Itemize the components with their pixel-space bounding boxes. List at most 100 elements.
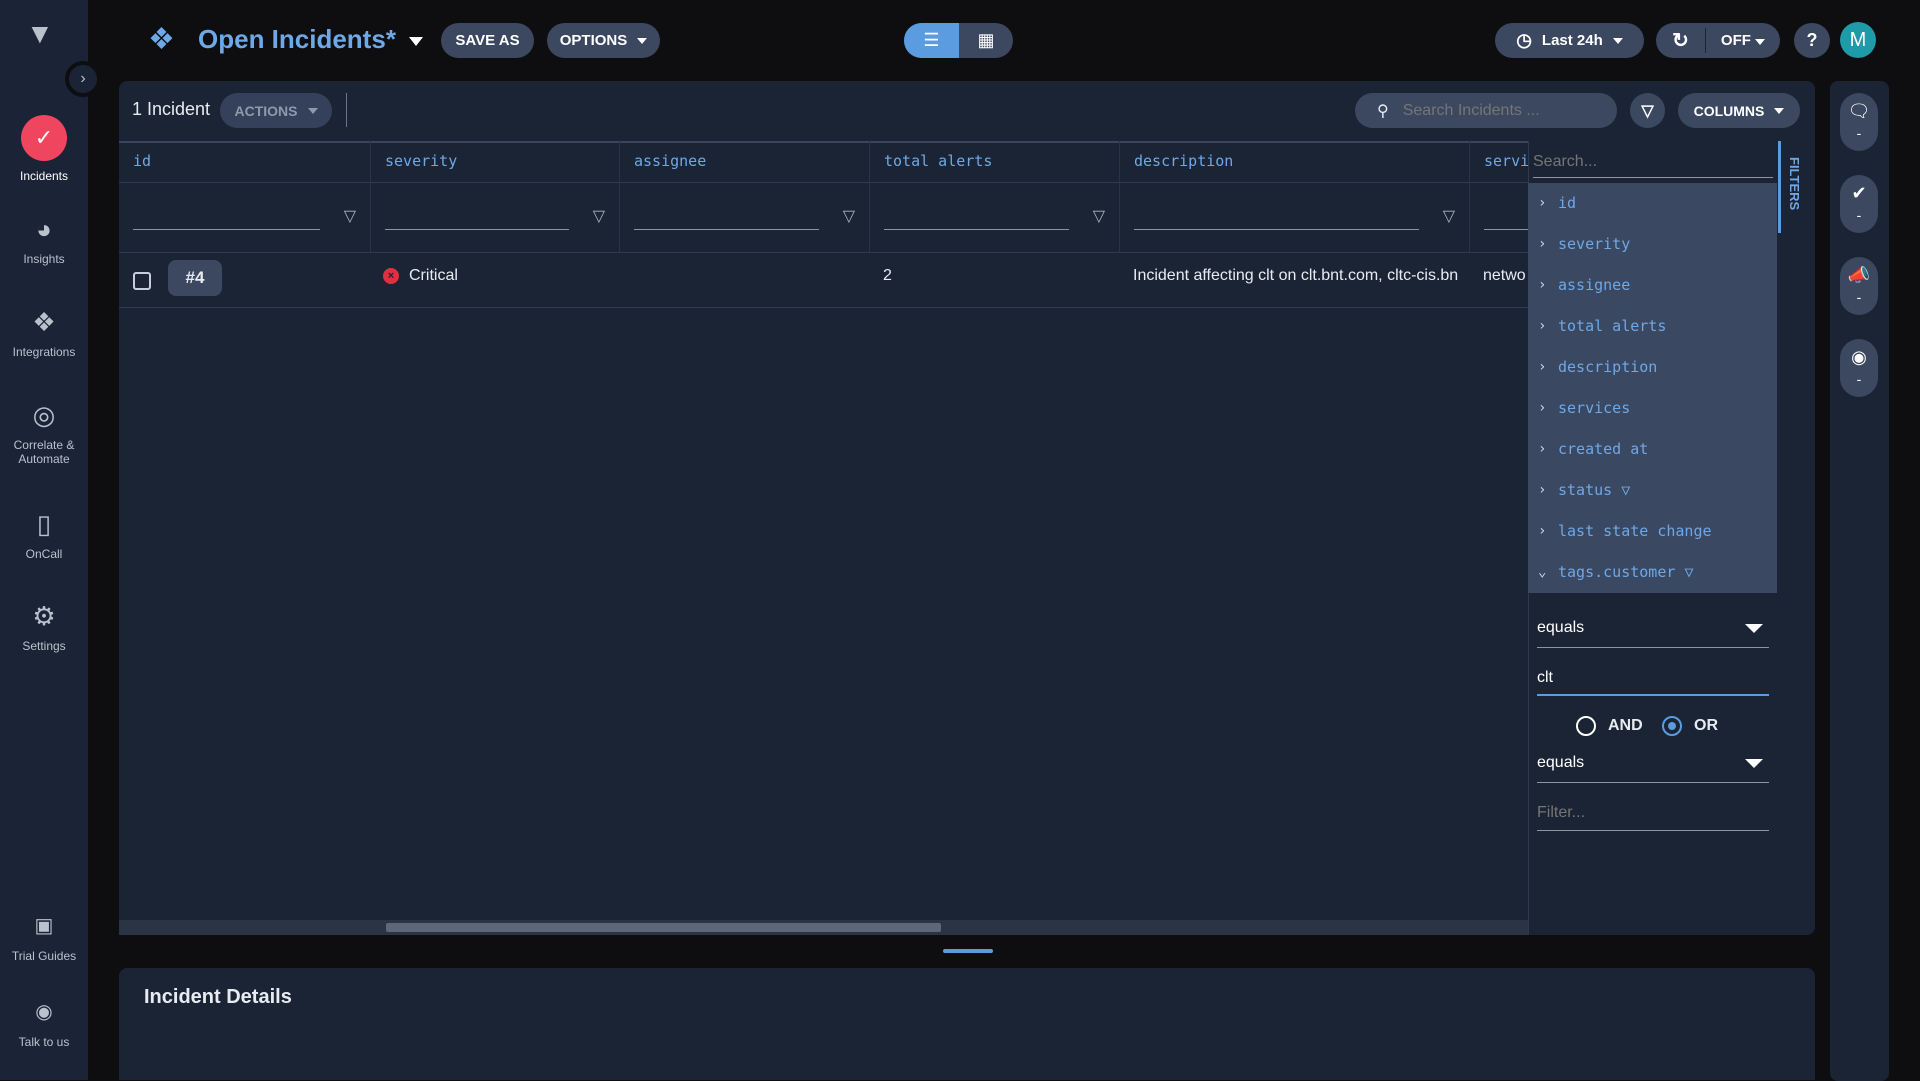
- table-row[interactable]: #4 × Critical 2 Incident affecting clt o…: [119, 253, 1528, 307]
- sidebar-item-settings[interactable]: ⚙ Settings: [0, 599, 88, 653]
- rail-button-megaphone[interactable]: 📣 -: [1840, 257, 1878, 315]
- filter-field-services[interactable]: › services: [1528, 388, 1777, 429]
- funnel-icon[interactable]: ▽: [1443, 206, 1455, 226]
- funnel-icon[interactable]: ▽: [843, 206, 855, 226]
- column-filter-severity[interactable]: ▽: [371, 182, 620, 252]
- divider: [119, 307, 1528, 308]
- incident-details-title: Incident Details: [144, 986, 292, 1008]
- sidebar-item-trial-guides[interactable]: ▣ Trial Guides: [0, 909, 88, 963]
- search-input[interactable]: [1402, 101, 1593, 120]
- book-icon: ▣: [34, 915, 54, 937]
- row-checkbox[interactable]: [133, 272, 151, 290]
- sidebar-collapse-button[interactable]: ›: [65, 61, 101, 97]
- help-button[interactable]: ?: [1794, 23, 1830, 58]
- logo-icon[interactable]: ▼: [26, 18, 54, 50]
- scrollbar-thumb[interactable]: [386, 923, 941, 932]
- funnel-icon[interactable]: ▽: [593, 206, 605, 226]
- filter-button[interactable]: ▽: [1630, 93, 1665, 128]
- radio-unchecked-icon: [1576, 716, 1596, 736]
- pie-chart-icon: ◕: [36, 214, 52, 244]
- filter-field-id[interactable]: › id: [1528, 183, 1777, 224]
- chevron-down-icon: [1755, 39, 1766, 45]
- funnel-icon: ▽: [1641, 102, 1654, 120]
- filter-field-status[interactable]: › status ▽: [1528, 470, 1777, 511]
- incident-details-panel: [119, 968, 1815, 1080]
- list-view-button[interactable]: ☰: [904, 23, 959, 58]
- radar-icon: ◎: [32, 400, 56, 430]
- filter-field-created-at[interactable]: › created at: [1528, 429, 1777, 470]
- column-header-severity[interactable]: severity: [371, 141, 620, 182]
- resize-handle[interactable]: [943, 949, 993, 953]
- column-filter-total-alerts[interactable]: ▽: [870, 182, 1120, 252]
- options-button[interactable]: OPTIONS: [547, 23, 660, 58]
- description-cell: Incident affecting clt on clt.bnt.com, c…: [1133, 267, 1459, 284]
- column-header-description[interactable]: description: [1120, 141, 1470, 182]
- filter-value-input-2[interactable]: [1537, 795, 1769, 831]
- sidebar-item-integrations[interactable]: ❖ Integrations: [0, 305, 88, 359]
- view-icon: ❖: [148, 23, 175, 56]
- incidents-icon: ✓: [21, 115, 67, 161]
- refresh-button[interactable]: ↻: [1656, 28, 1706, 53]
- filter-field-severity[interactable]: › severity: [1528, 224, 1777, 265]
- filter-field-search[interactable]: [1533, 146, 1773, 178]
- column-filter-assignee[interactable]: ▽: [620, 182, 870, 252]
- auto-refresh-dropdown[interactable]: OFF: [1706, 32, 1780, 49]
- save-as-button[interactable]: SAVE AS: [441, 23, 534, 58]
- list-icon: ☰: [923, 30, 940, 50]
- column-filter-services[interactable]: [1470, 182, 1528, 252]
- funnel-icon[interactable]: ▽: [344, 206, 356, 226]
- chevron-down-icon: [409, 36, 424, 46]
- filters-tab[interactable]: FILTERS: [1778, 141, 1815, 233]
- services-cell: netwo: [1483, 267, 1526, 284]
- column-header-services[interactable]: servi: [1470, 141, 1528, 182]
- total-alerts-cell: 2: [883, 267, 892, 284]
- filter-field-description[interactable]: › description: [1528, 347, 1777, 388]
- actions-button[interactable]: ACTIONS: [220, 93, 332, 128]
- column-filter-description[interactable]: ▽: [1120, 182, 1470, 252]
- toolbar-divider: [346, 93, 347, 127]
- chevron-right-icon: ›: [1538, 400, 1547, 416]
- filter-list-bg-end: [1528, 591, 1529, 592]
- sidebar-item-talk-to-us[interactable]: ◉ Talk to us: [0, 995, 88, 1049]
- funnel-icon: ▽: [1684, 563, 1694, 581]
- horizontal-scrollbar[interactable]: [119, 920, 1528, 935]
- column-header-assignee[interactable]: assignee: [620, 141, 870, 182]
- caret-down-icon: [1745, 759, 1763, 768]
- filter-value-input[interactable]: clt: [1537, 660, 1769, 696]
- gear-icon: ⚙: [32, 601, 56, 631]
- column-filter-id[interactable]: ▽: [119, 182, 371, 252]
- view-title-dropdown[interactable]: Open Incidents*: [198, 24, 424, 55]
- avatar[interactable]: M: [1840, 22, 1876, 58]
- logic-or-radio[interactable]: OR: [1662, 716, 1718, 736]
- rail-button-badge-check[interactable]: ✔ -: [1840, 175, 1878, 233]
- chevron-right-icon: ›: [1538, 236, 1547, 252]
- badge-check-icon: ✔: [1851, 183, 1867, 203]
- logic-and-radio[interactable]: AND: [1576, 716, 1643, 736]
- time-range-button[interactable]: ◷ Last 24h: [1495, 23, 1644, 58]
- filter-field-last-state-change[interactable]: › last state change: [1528, 511, 1777, 552]
- columns-button[interactable]: COLUMNS: [1678, 93, 1800, 128]
- refresh-group: ↻ OFF: [1656, 23, 1780, 58]
- sidebar: ▼ ✓ Incidents ◕ Insights ❖ Integrations ◎ C…: [0, 0, 88, 1080]
- operator-select-1[interactable]: equals: [1537, 608, 1769, 648]
- incident-id-badge[interactable]: #4: [168, 260, 222, 296]
- column-header-total-alerts[interactable]: total alerts: [870, 141, 1120, 182]
- chevron-right-icon: ›: [1538, 318, 1547, 334]
- sidebar-item-correlate[interactable]: ◎ Correlate & Automate: [0, 398, 88, 466]
- sidebar-item-incidents[interactable]: ✓ Incidents: [0, 115, 88, 183]
- phone-icon: ▯: [36, 509, 52, 539]
- filter-field-total-alerts[interactable]: › total alerts: [1528, 306, 1777, 347]
- funnel-icon[interactable]: ▽: [1093, 206, 1105, 226]
- grid-view-button[interactable]: ▦: [959, 23, 1013, 58]
- column-header-id[interactable]: id: [119, 141, 371, 182]
- sidebar-item-insights[interactable]: ◕ Insights: [0, 212, 88, 266]
- chevron-right-icon: ›: [1538, 277, 1547, 293]
- headset-icon: ◉: [35, 1001, 53, 1023]
- rail-button-eye[interactable]: ◉ -: [1840, 339, 1878, 397]
- filter-field-assignee[interactable]: › assignee: [1528, 265, 1777, 306]
- sidebar-item-oncall[interactable]: ▯ OnCall: [0, 507, 88, 561]
- filter-field-tags-customer[interactable]: ⌄ tags.customer ▽: [1528, 552, 1777, 593]
- rail-button-comments[interactable]: 🗨 -: [1840, 93, 1878, 151]
- operator-select-2[interactable]: equals: [1537, 743, 1769, 783]
- search-incidents[interactable]: ⚲: [1355, 93, 1617, 128]
